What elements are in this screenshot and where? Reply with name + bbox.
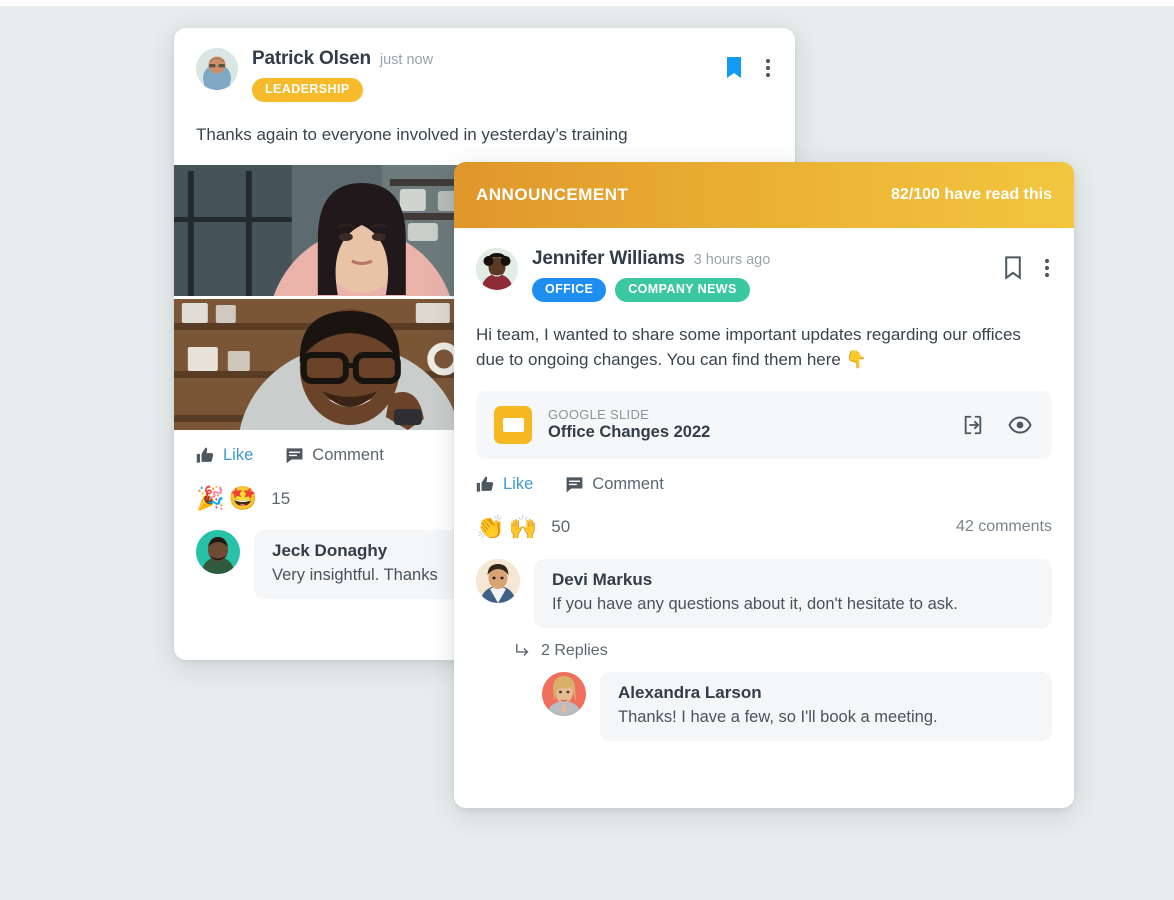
avatar-jeck-donaghy xyxy=(196,530,240,574)
post-author-name: Jennifer Williams xyxy=(532,248,685,269)
comment-item: Devi Markus If you have any questions ab… xyxy=(454,539,1074,628)
top-white-strip xyxy=(0,0,1174,6)
read-status: 82/100 have read this xyxy=(891,186,1052,203)
replies-label: 2 Replies xyxy=(541,641,608,659)
announcement-header-main: Jennifer Williams 3 hours ago OFFICE COM… xyxy=(532,248,1001,302)
post-body-text: Thanks again to everyone involved in yes… xyxy=(196,124,628,144)
post-header-main: Patrick Olsen just now LEADERSHIP xyxy=(252,48,722,102)
post-timestamp: 3 hours ago xyxy=(693,252,771,268)
tag-row: OFFICE COMPANY NEWS xyxy=(532,278,1001,302)
reaction-emoji-star-struck[interactable]: 🤩 xyxy=(229,487,258,510)
comments-count-label[interactable]: 42 comments xyxy=(956,518,1052,536)
attachment-card[interactable]: GOOGLE SLIDE Office Changes 2022 xyxy=(476,390,1052,459)
reply-author: Alexandra Larson xyxy=(618,682,762,702)
more-vertical-icon[interactable] xyxy=(1042,255,1052,281)
open-in-icon[interactable] xyxy=(960,412,986,438)
comment-bubble: Devi Markus If you have any questions ab… xyxy=(534,558,1052,628)
like-label: Like xyxy=(223,446,254,464)
tag-row: LEADERSHIP xyxy=(252,78,722,102)
reply-item: Alexandra Larson Thanks! I have a few, s… xyxy=(454,660,1074,742)
avatar-alexandra-larson xyxy=(542,671,586,716)
reaction-emoji-party[interactable]: 🎉 xyxy=(196,487,225,510)
reply-bubble: Alexandra Larson Thanks! I have a few, s… xyxy=(600,671,1052,742)
bookmark-outline-icon[interactable] xyxy=(1001,254,1025,282)
post-header-actions xyxy=(722,48,773,82)
page-background: Patrick Olsen just now LEADERSHIP Thanks… xyxy=(0,0,1174,900)
announcement-label: ANNOUNCEMENT xyxy=(476,185,629,204)
avatar-jennifer-williams xyxy=(476,248,518,290)
announcement-card-jennifer-williams: ANNOUNCEMENT 82/100 have read this Jenni… xyxy=(454,162,1074,808)
comment-icon xyxy=(286,448,303,464)
like-button[interactable]: Like xyxy=(196,446,253,465)
tag-leadership[interactable]: LEADERSHIP xyxy=(252,78,363,102)
reaction-emoji-raising-hands[interactable]: 🙌 xyxy=(509,515,538,539)
attachment-actions xyxy=(960,412,1034,438)
post-timestamp: just now xyxy=(379,52,434,68)
attachment-text: GOOGLE SLIDE Office Changes 2022 xyxy=(548,407,960,442)
thumb-up-icon xyxy=(476,476,494,492)
reply-text: Thanks! I have a few, so I'll book a mee… xyxy=(618,707,938,726)
comment-text: If you have any questions about it, don'… xyxy=(552,594,958,613)
reaction-count: 15 xyxy=(271,488,291,508)
like-label: Like xyxy=(503,474,534,493)
thumb-up-icon xyxy=(196,447,214,463)
announcement-header-actions xyxy=(1001,248,1052,282)
comment-label: Comment xyxy=(592,474,664,493)
attachment-name: Office Changes 2022 xyxy=(548,423,711,441)
reaction-row: 👏 🙌 50 42 comments xyxy=(454,494,1074,539)
reaction-emoji-clap[interactable]: 👏 xyxy=(476,515,505,539)
comment-button[interactable]: Comment xyxy=(565,475,664,494)
announcement-header: Jennifer Williams 3 hours ago OFFICE COM… xyxy=(454,228,1074,302)
bookmark-filled-icon[interactable] xyxy=(722,54,746,82)
post-author-name: Patrick Olsen xyxy=(252,48,371,69)
attachment-kind: GOOGLE SLIDE xyxy=(548,407,650,422)
like-button[interactable]: Like xyxy=(476,475,533,494)
replies-toggle[interactable]: 2 Replies xyxy=(454,628,1074,660)
announcement-banner: ANNOUNCEMENT 82/100 have read this xyxy=(454,162,1074,228)
comment-icon xyxy=(566,476,583,492)
reaction-count: 50 xyxy=(551,517,571,536)
comment-label: Comment xyxy=(312,446,384,464)
avatar-patrick-olsen xyxy=(196,48,238,90)
eye-icon[interactable] xyxy=(1006,414,1034,436)
tag-company-news[interactable]: COMPANY NEWS xyxy=(615,278,750,302)
avatar-devi-markus xyxy=(476,558,520,603)
announcement-body-text: Hi team, I wanted to share some importan… xyxy=(476,324,1021,370)
reply-arrow-icon xyxy=(516,644,529,657)
tag-office[interactable]: OFFICE xyxy=(532,278,607,302)
announcement-action-bar: Like Comment xyxy=(454,459,1074,494)
post-header: Patrick Olsen just now LEADERSHIP xyxy=(174,28,795,102)
author-row: Jennifer Williams 3 hours ago xyxy=(532,248,1001,270)
more-vertical-icon[interactable] xyxy=(763,55,773,81)
comment-button[interactable]: Comment xyxy=(285,446,384,465)
author-row: Patrick Olsen just now xyxy=(252,48,722,70)
comment-author: Devi Markus xyxy=(552,569,653,589)
google-slide-icon xyxy=(494,405,532,444)
